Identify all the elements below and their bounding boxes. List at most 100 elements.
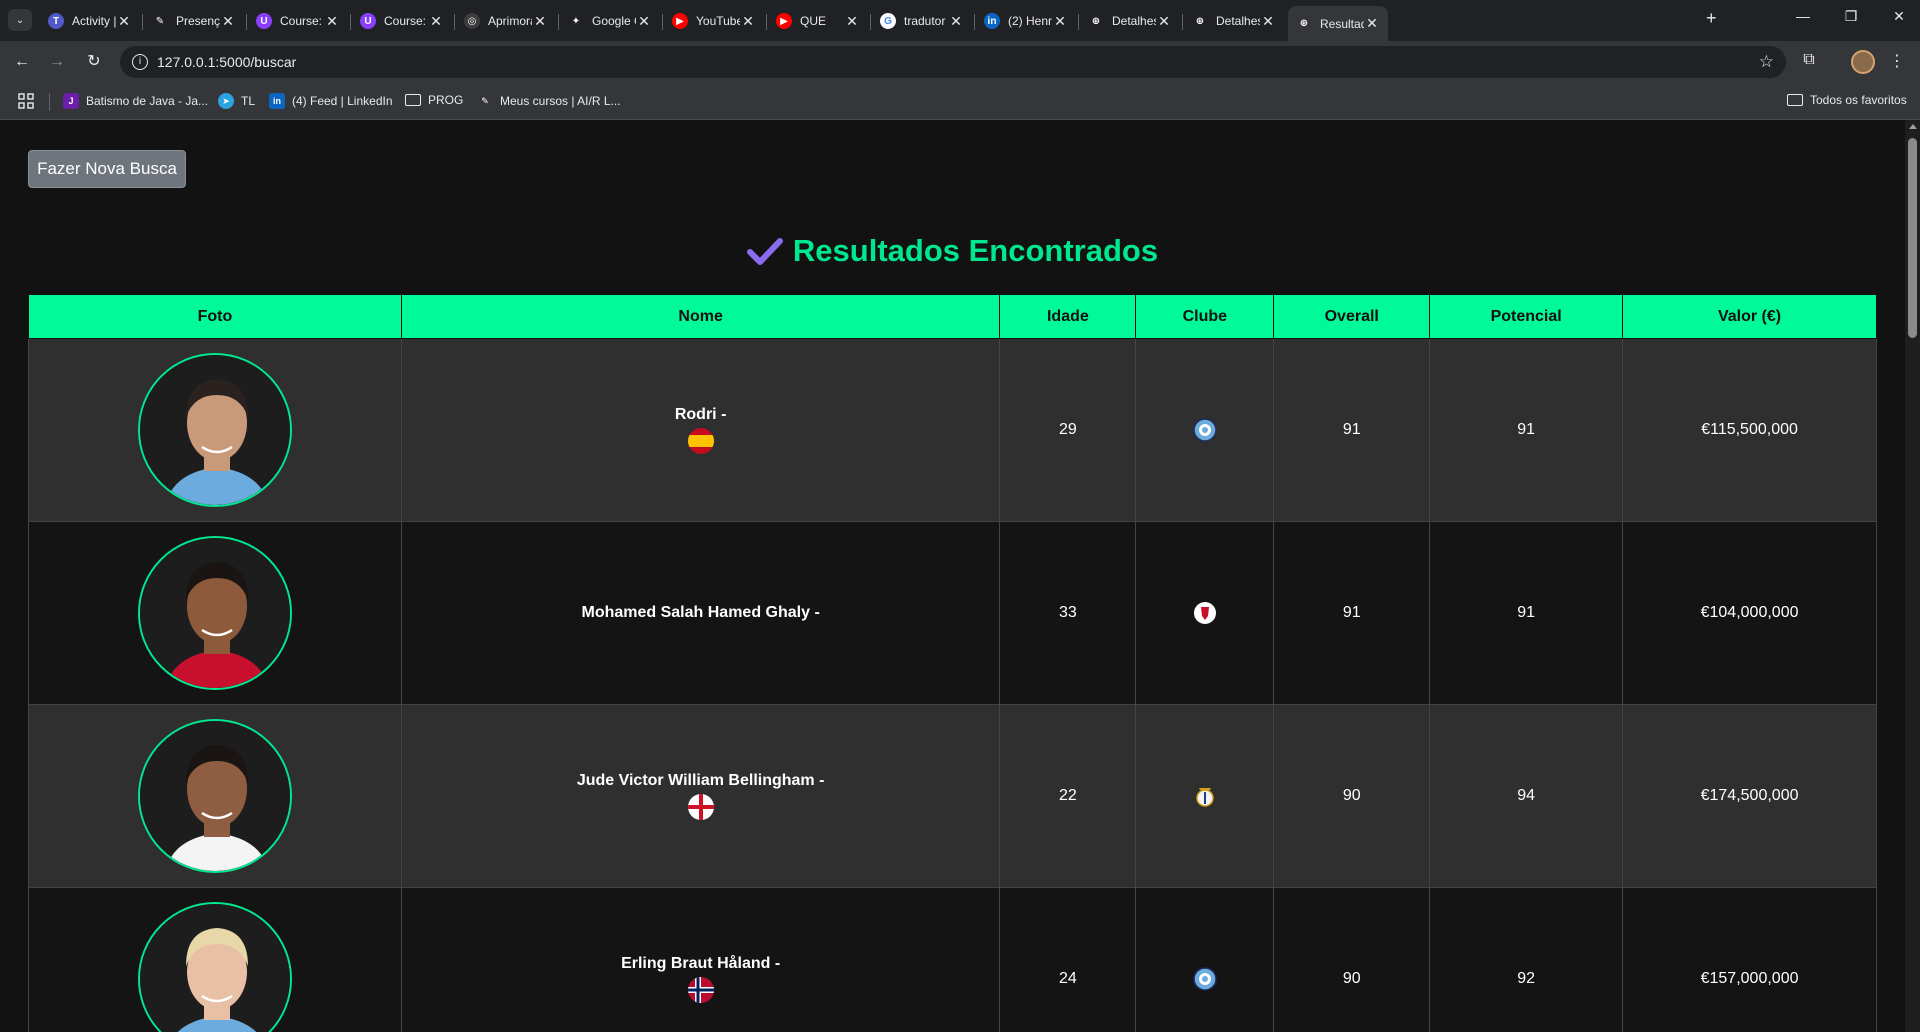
extensions-icon[interactable]: ⧉ — [1798, 51, 1820, 69]
photo-cell — [28, 887, 402, 1032]
bookmark-label: Meus cursos | AI/R L... — [500, 94, 621, 108]
player-photo — [137, 902, 292, 1032]
column-header-potencial[interactable]: Potencial — [1429, 294, 1624, 339]
browser-tab[interactable]: ✎ Presença 5✕ — [144, 7, 244, 35]
scrollbar-thumb[interactable] — [1908, 138, 1917, 338]
column-header-foto[interactable]: Foto — [28, 294, 402, 339]
new-search-button[interactable]: Fazer Nova Busca — [28, 150, 186, 188]
tab-title: QUE — [800, 14, 827, 28]
tab-search-button[interactable]: ⌄ — [8, 9, 32, 31]
browser-tab[interactable]: ▶ QUE ✕ — [768, 7, 868, 35]
browser-tab[interactable]: ◎ Aprimoran✕ — [456, 7, 556, 35]
browser-tab[interactable]: U Course: Da✕ — [352, 7, 452, 35]
tab-close-icon[interactable]: ✕ — [948, 13, 964, 30]
age-cell: 24 — [999, 887, 1137, 1032]
browser-tab[interactable]: ✦ Google Ge✕ — [560, 7, 660, 35]
tab-separator — [454, 14, 455, 30]
tab-close-icon[interactable]: ✕ — [844, 13, 860, 30]
column-header-nome[interactable]: Nome — [400, 294, 1001, 339]
menu-icon[interactable]: ⋮ — [1886, 51, 1908, 71]
address-bar[interactable]: i 127.0.0.1:5000/buscar ☆ — [120, 46, 1786, 78]
site-info-icon[interactable]: i — [132, 54, 148, 70]
tab-close-icon[interactable]: ✕ — [428, 13, 444, 30]
tab-close-icon[interactable]: ✕ — [1052, 13, 1068, 30]
apps-icon[interactable] — [18, 93, 34, 109]
tab-close-icon[interactable]: ✕ — [1260, 13, 1276, 30]
overall-cell: 91 — [1273, 521, 1431, 705]
globe-icon: ⊕ — [1192, 13, 1208, 29]
browser-tab[interactable]: ▶ YouTube ✕ — [664, 7, 764, 35]
tab-separator — [1182, 14, 1183, 30]
bookmark-label: TL — [241, 94, 256, 108]
page-scrollbar[interactable] — [1905, 120, 1920, 1032]
bookmark-star-icon[interactable]: ☆ — [1759, 52, 1774, 72]
course-icon: U — [256, 13, 272, 29]
value-cell: €104,000,000 — [1622, 521, 1877, 705]
tab-close-icon[interactable]: ✕ — [532, 13, 548, 30]
bookmark-folder-prog[interactable]: PROG — [405, 93, 463, 107]
java-icon: J — [63, 93, 79, 109]
tab-title: Resultado — [1320, 16, 1364, 31]
potential-cell: 92 — [1429, 887, 1624, 1032]
tab-close-icon[interactable]: ✕ — [636, 13, 652, 30]
value-cell: €174,500,000 — [1622, 704, 1877, 888]
pen-icon: ✎ — [152, 13, 168, 29]
browser-toolbar: ← → ↻ i 127.0.0.1:5000/buscar ☆ ⧉ ⋮ — [0, 41, 1920, 83]
tab-close-icon[interactable]: ✕ — [116, 13, 132, 30]
player-photo — [137, 719, 292, 873]
results-heading: Resultados Encontrados — [0, 233, 1905, 269]
tab-close-icon[interactable]: ✕ — [1156, 13, 1172, 30]
results-table: Foto Nome Idade Clube Overall Potencial … — [28, 294, 1877, 1032]
browser-tab[interactable]: U Course: Cu✕ — [248, 7, 348, 35]
column-header-clube[interactable]: Clube — [1135, 294, 1275, 339]
potential-cell: 91 — [1429, 521, 1624, 705]
url-text[interactable]: 127.0.0.1:5000/buscar — [157, 54, 296, 70]
bookmark-cursos[interactable]: ✎ Meus cursos | AI/R L... — [477, 93, 621, 109]
restore-icon[interactable]: ❐ — [1836, 8, 1866, 25]
bookmark-label: Batismo de Java - Ja... — [86, 94, 209, 108]
manchester-city-icon — [1193, 418, 1217, 442]
tab-close-icon[interactable]: ✕ — [324, 13, 340, 30]
tab-close-icon[interactable]: ✕ — [1364, 15, 1380, 32]
forward-icon[interactable]: → — [45, 50, 69, 74]
minimize-icon[interactable]: — — [1788, 8, 1818, 24]
new-tab-button[interactable]: + — [1706, 8, 1717, 29]
profile-avatar[interactable] — [1851, 50, 1875, 74]
browser-tab[interactable]: T Activity | M✕ — [40, 7, 140, 35]
tab-close-icon[interactable]: ✕ — [220, 13, 236, 30]
name-cell: Rodri - — [400, 338, 1001, 522]
globe-icon: ⊕ — [1296, 15, 1312, 32]
browser-tab[interactable]: Gtradutor - ✕ — [872, 7, 972, 35]
back-icon[interactable]: ← — [10, 50, 34, 74]
close-window-icon[interactable]: ✕ — [1884, 8, 1914, 25]
column-header-idade[interactable]: Idade — [999, 294, 1137, 339]
column-header-overall[interactable]: Overall — [1273, 294, 1431, 339]
linkedin-icon: in — [984, 13, 1000, 29]
scroll-up-arrow-icon[interactable] — [1909, 124, 1917, 129]
tab-separator — [142, 14, 143, 30]
tab-close-icon[interactable]: ✕ — [740, 13, 756, 30]
bookmark-java[interactable]: J Batismo de Java - Ja... — [63, 93, 208, 109]
overall-cell: 91 — [1273, 338, 1431, 522]
name-cell: Mohamed Salah Hamed Ghaly - — [400, 521, 1001, 705]
page-content: Fazer Nova Busca Resultados Encontrados … — [0, 120, 1905, 1032]
tab-separator — [350, 14, 351, 30]
browser-tab[interactable]: ⊕ Resultado✕ — [1288, 6, 1388, 41]
all-bookmarks-folder[interactable]: Todos os favoritos — [1787, 93, 1907, 107]
reload-icon[interactable]: ↻ — [82, 50, 106, 74]
norway-flag-icon — [687, 977, 714, 1003]
tab-title: Course: Cu — [280, 14, 324, 28]
player-photo — [137, 353, 292, 507]
browser-tab[interactable]: ⊕ Detalhes d✕ — [1184, 7, 1284, 35]
potential-cell: 94 — [1429, 704, 1624, 888]
bookmark-linkedin[interactable]: in (4) Feed | LinkedIn — [269, 93, 393, 109]
tab-title: tradutor - — [904, 14, 948, 28]
tab-separator — [246, 14, 247, 30]
browser-chrome: ⌄ TActivity | M✕✎Presença 5✕UCourse: Cu✕… — [0, 0, 1920, 120]
tab-separator — [766, 14, 767, 30]
browser-tab[interactable]: in (2) Henriq✕ — [976, 7, 1076, 35]
browser-tab[interactable]: ⊕ Detalhes d✕ — [1080, 7, 1180, 35]
liverpool-icon — [1193, 601, 1217, 625]
bookmark-tl[interactable]: ➤ TL — [218, 93, 255, 109]
column-header-valor[interactable]: Valor (€) — [1622, 294, 1877, 339]
